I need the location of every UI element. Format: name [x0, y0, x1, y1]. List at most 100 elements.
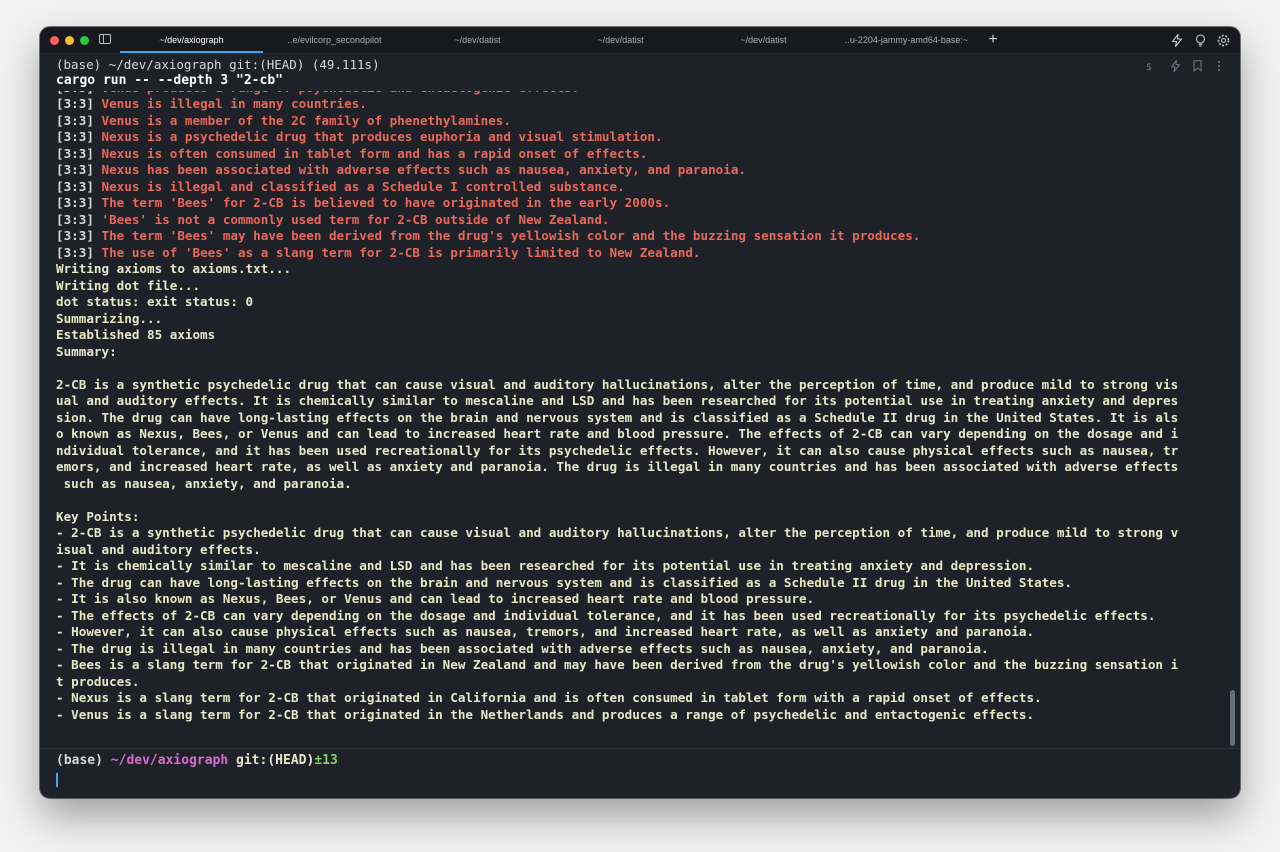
- scrollbar-thumb[interactable]: [1230, 690, 1235, 746]
- fact-line: [3:3] Nexus has been associated with adv…: [56, 162, 1226, 179]
- fact-text: Nexus is a psychedelic drug that produce…: [101, 129, 663, 144]
- fact-text: The use of 'Bees' as a slang term for 2-…: [101, 244, 701, 260]
- summary-line: ual and auditory effects. It is chemical…: [56, 393, 1179, 408]
- fact-text: Venus produces a range of psychedelic an…: [102, 91, 580, 95]
- prompt-env: (base): [56, 753, 103, 768]
- summary-line: sion. The drug can have long-lasting eff…: [56, 409, 1179, 425]
- tab-axiograph[interactable]: ~/dev/axiograph: [120, 27, 263, 53]
- tab-datist-3[interactable]: ~/dev/datist: [692, 27, 835, 53]
- key-point-line: - It is chemically similar to mescaline …: [56, 558, 1035, 573]
- status-line: Writing dot file...: [56, 277, 201, 293]
- terminal-window: ~/dev/axiograph ..e/evilcorp_secondpilot…: [40, 27, 1240, 798]
- lightning-icon[interactable]: [1168, 59, 1182, 73]
- block-actions: $_: [1146, 59, 1226, 73]
- prompt-git-state: ±13: [314, 753, 338, 768]
- fact-line: [3:3] Nexus is a psychedelic drug that p…: [56, 129, 1226, 146]
- output-viewport: [3:3] Venus is a psychedelic drug.[3:3] …: [56, 91, 1226, 745]
- fact-text: 'Bees' is not a commonly used term for 2…: [101, 211, 610, 227]
- fact-tag: [3:3]: [56, 195, 94, 210]
- fact-line: [3:3] Venus is illegal in many countries…: [56, 96, 1226, 113]
- summary-line: such as nausea, anxiety, and paranoia.: [56, 475, 352, 491]
- key-point-line: - The drug can have long-lasting effects…: [56, 574, 1072, 590]
- summary-line: 2-CB is a synthetic psychedelic drug tha…: [56, 376, 1179, 392]
- zoom-window-button[interactable]: [80, 36, 89, 45]
- more-options-icon[interactable]: [1212, 59, 1226, 73]
- status-line: Summary:: [56, 343, 117, 359]
- key-point-line: - Venus is a slang term for 2-CB that or…: [56, 706, 1035, 722]
- fact-line: [3:3] Venus is a member of the 2C family…: [56, 113, 1226, 130]
- fact-line: [3:3] 'Bees' is not a commonly used term…: [56, 212, 1226, 229]
- fact-line: [3:3] The term 'Bees' for 2-CB is believ…: [56, 195, 1226, 212]
- sidebar-toggle-icon[interactable]: [98, 33, 112, 45]
- key-point-line: - Bees is a slang term for 2-CB that ori…: [56, 657, 1179, 672]
- new-tab-button[interactable]: +: [984, 30, 1002, 50]
- block-command[interactable]: cargo run -- --depth 3 "2-cb": [56, 73, 283, 88]
- command-output: [3:3] Venus is a psychedelic drug.[3:3] …: [56, 91, 1226, 723]
- summary-line: o known as Nexus, Bees, or Venus and can…: [56, 426, 1179, 441]
- key-point-line: - Nexus is a slang term for 2-CB that or…: [56, 690, 1042, 705]
- tab-bar: ~/dev/axiograph ..e/evilcorp_secondpilot…: [40, 27, 1240, 54]
- prompt-dir: ~/dev/axiograph: [110, 753, 229, 768]
- fact-tag: [3:3]: [56, 228, 94, 243]
- fact-tag: [3:3]: [56, 178, 94, 194]
- key-point-line: - 2-CB is a synthetic psychedelic drug t…: [56, 525, 1179, 540]
- fact-text: Nexus has been associated with adverse e…: [101, 162, 746, 177]
- fact-tag: [3:3]: [56, 145, 94, 161]
- summary-text: 2-CB is a synthetic psychedelic drug tha…: [56, 377, 1226, 493]
- status-line: Writing axioms to axioms.txt...: [56, 261, 292, 276]
- fact-tag: [3:3]: [56, 91, 94, 95]
- fact-text: Nexus is often consumed in tablet form a…: [101, 145, 648, 161]
- lightning-icon[interactable]: [1170, 33, 1184, 47]
- tab-list: ~/dev/axiograph ..e/evilcorp_secondpilot…: [120, 27, 978, 53]
- fact-line: [3:3] Nexus is illegal and classified as…: [56, 179, 1226, 196]
- tab-evilcorp-secondpilot[interactable]: ..e/evilcorp_secondpilot: [263, 27, 406, 53]
- status-line: Summarizing...: [56, 310, 163, 326]
- lightbulb-icon[interactable]: [1193, 33, 1207, 47]
- fact-text: Nexus is illegal and classified as a Sch…: [101, 178, 625, 194]
- command-block-header: (base) ~/dev/axiograph git:(HEAD) (49.11…: [56, 55, 1226, 91]
- fact-line: [3:3] The term 'Bees' may have been deri…: [56, 228, 1226, 245]
- summary-line: ndividual tolerance, and it has been use…: [56, 442, 1179, 458]
- fact-tag: [3:3]: [56, 112, 94, 128]
- prompt-git: git:(HEAD): [236, 753, 315, 768]
- fact-tag: [3:3]: [56, 244, 94, 260]
- fact-tag: [3:3]: [56, 211, 94, 227]
- bookmark-icon[interactable]: [1190, 59, 1204, 73]
- block-prompt-meta: (base) ~/dev/axiograph git:(HEAD) (49.11…: [56, 57, 380, 72]
- key-point-line: t produces.: [56, 673, 140, 689]
- fact-tag: [3:3]: [56, 129, 94, 144]
- svg-text:$_: $_: [1146, 62, 1159, 72]
- fact-line: [3:3] The use of 'Bees' as a slang term …: [56, 245, 1226, 262]
- fact-tag: [3:3]: [56, 162, 94, 177]
- key-point-line: - The effects of 2-CB can vary depending…: [56, 607, 1156, 623]
- summary-line: emors, and increased heart rate, as well…: [56, 459, 1179, 474]
- status-line: Established 85 axioms: [56, 327, 216, 342]
- key-point-line: - The drug is illegal in many countries …: [56, 640, 989, 656]
- key-points-title: Key Points:: [56, 508, 140, 524]
- toolbar-right: [1170, 33, 1230, 47]
- command-input[interactable]: (base) ~/dev/axiograph git:(HEAD)±13: [56, 753, 1226, 793]
- tab-datist-1[interactable]: ~/dev/datist: [406, 27, 549, 53]
- input-divider: [40, 748, 1240, 749]
- minimize-window-button[interactable]: [65, 36, 74, 45]
- status-lines: Writing axioms to axioms.txt... Writing d…: [56, 261, 1226, 360]
- status-line: dot status: exit status: 0: [56, 294, 254, 309]
- key-point-line: - However, it can also cause physical ef…: [56, 624, 1035, 639]
- key-point-line: - It is also known as Nexus, Bees, or Ve…: [56, 591, 815, 606]
- tab-ubuntu-base[interactable]: ..u-2204-jammy-amd64-base:~: [835, 27, 978, 53]
- text-cursor: [56, 773, 58, 787]
- input-prompt: (base) ~/dev/axiograph git:(HEAD)±13: [56, 753, 1226, 768]
- fact-list: [3:3] Venus is a psychedelic drug.[3:3] …: [56, 91, 1226, 261]
- fact-text: Venus is illegal in many countries.: [101, 96, 367, 111]
- tab-datist-2[interactable]: ~/dev/datist: [549, 27, 692, 53]
- fact-text: The term 'Bees' for 2-CB is believed to …: [101, 195, 671, 210]
- gear-icon[interactable]: [1216, 33, 1230, 47]
- terminal-content: (base) ~/dev/axiograph git:(HEAD) (49.11…: [56, 55, 1226, 745]
- key-point-line: isual and auditory effects.: [56, 541, 261, 557]
- fact-line: [3:3] Nexus is often consumed in tablet …: [56, 146, 1226, 163]
- terminal-prompt-icon[interactable]: $_: [1146, 59, 1160, 73]
- key-points-list: - 2-CB is a synthetic psychedelic drug t…: [56, 525, 1226, 723]
- close-window-button[interactable]: [50, 36, 59, 45]
- fact-tag: [3:3]: [56, 96, 94, 111]
- fact-text: Venus is a member of the 2C family of ph…: [101, 112, 511, 128]
